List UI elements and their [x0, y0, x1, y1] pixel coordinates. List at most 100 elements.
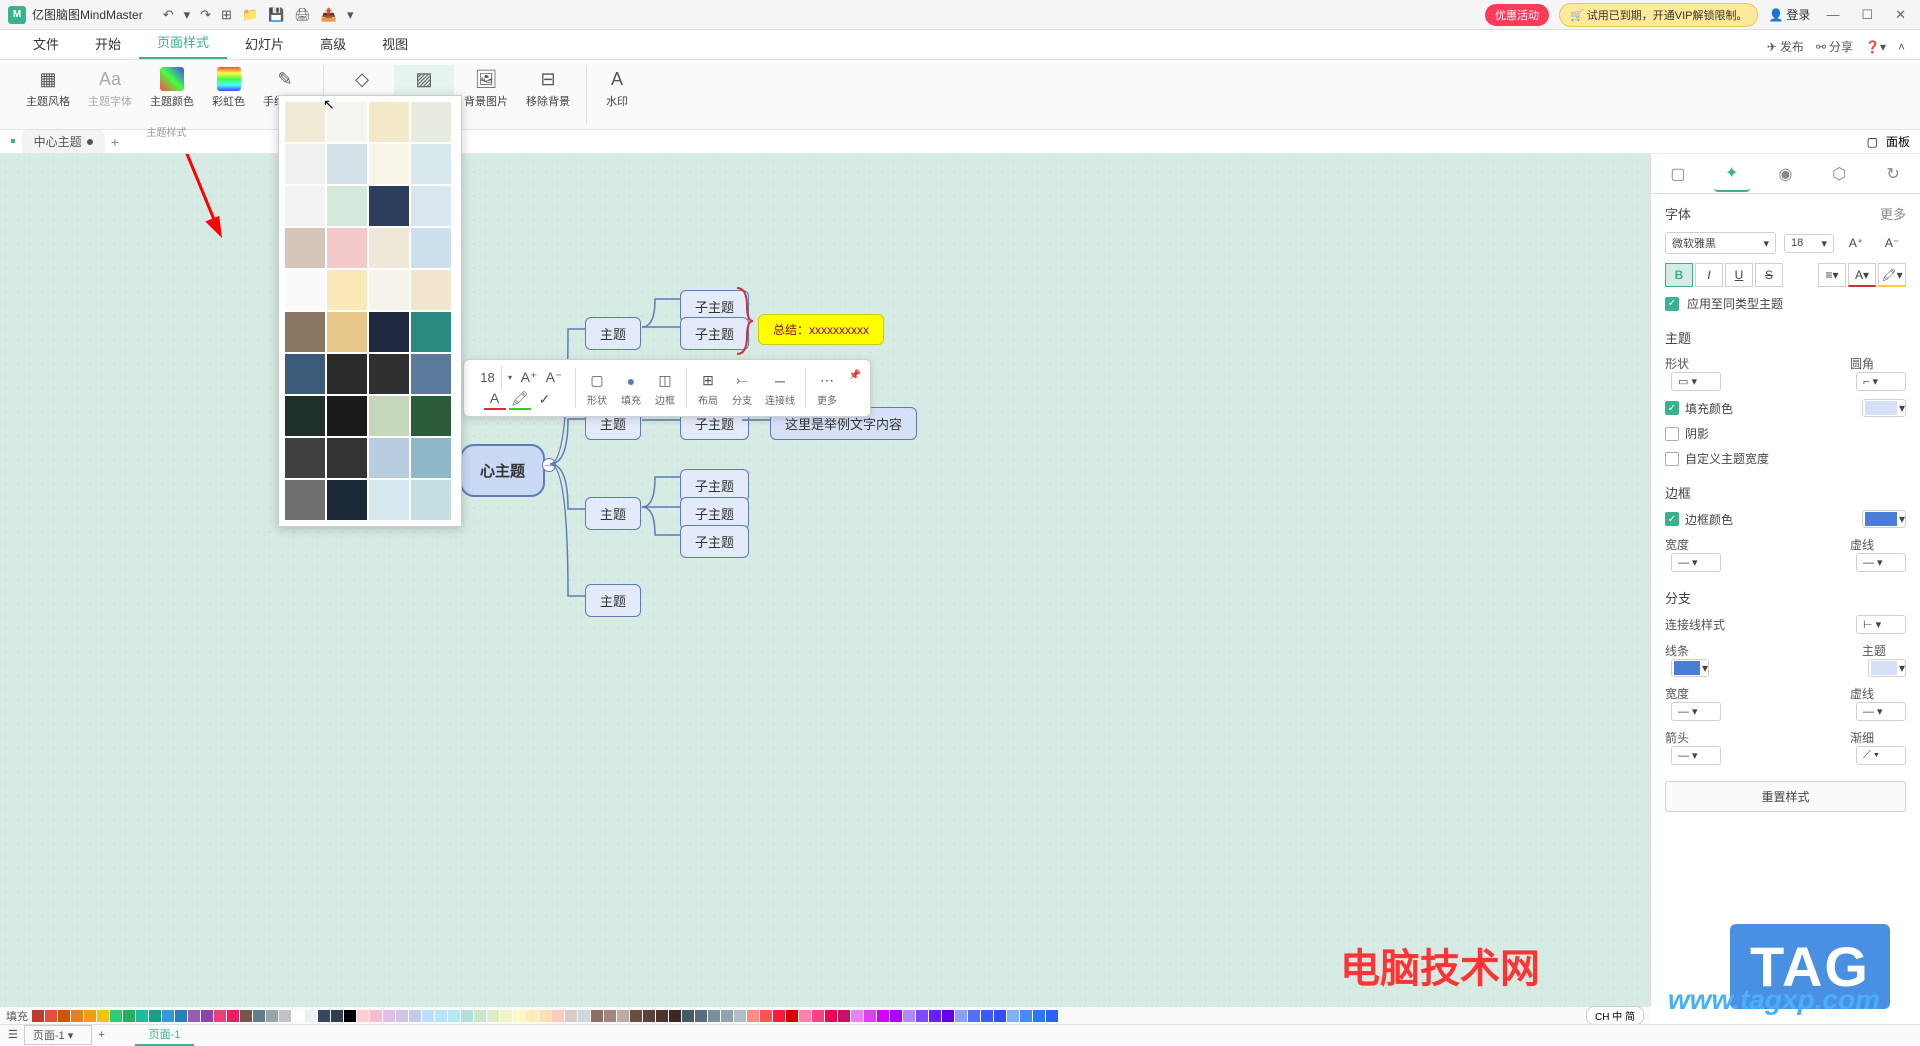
color-cell[interactable] — [201, 1010, 213, 1022]
color-cell[interactable] — [214, 1010, 226, 1022]
texture-swatch[interactable] — [369, 312, 409, 352]
color-cell[interactable] — [812, 1010, 824, 1022]
color-cell[interactable] — [500, 1010, 512, 1022]
underline-button[interactable]: U — [1725, 263, 1753, 287]
check-icon[interactable]: ✓ — [534, 388, 556, 410]
color-cell[interactable] — [721, 1010, 733, 1022]
texture-swatch[interactable] — [327, 396, 367, 436]
color-cell[interactable] — [110, 1010, 122, 1022]
texture-swatch[interactable] — [411, 396, 451, 436]
color-cell[interactable] — [565, 1010, 577, 1022]
texture-swatch[interactable] — [411, 480, 451, 520]
page-selector[interactable]: 页面-1 ▾ — [24, 1025, 92, 1045]
color-cell[interactable] — [760, 1010, 772, 1022]
undo-dropdown-icon[interactable]: ▾ — [184, 7, 191, 23]
texture-swatch[interactable] — [369, 144, 409, 184]
font-decrease-button[interactable]: A⁻ — [1878, 231, 1906, 255]
texture-swatch[interactable] — [285, 396, 325, 436]
help-button[interactable]: ❓▾ — [1865, 40, 1886, 54]
texture-swatch[interactable] — [285, 228, 325, 268]
color-cell[interactable] — [123, 1010, 135, 1022]
texture-swatch[interactable] — [327, 186, 367, 226]
add-tab-button[interactable]: + — [111, 134, 119, 150]
color-cell[interactable] — [32, 1010, 44, 1022]
border-color-checkbox[interactable]: ✓ — [1665, 512, 1679, 526]
undo-icon[interactable]: ↶ — [163, 7, 174, 23]
color-cell[interactable] — [552, 1010, 564, 1022]
font-more-link[interactable]: 更多 — [1880, 204, 1906, 223]
arrow-select[interactable]: — ▾ — [1671, 746, 1721, 765]
bold-button[interactable]: B — [1665, 263, 1693, 287]
panel-label[interactable]: 面板 — [1886, 133, 1910, 150]
texture-swatch[interactable] — [411, 102, 451, 142]
texture-swatch[interactable] — [285, 480, 325, 520]
main-topic-node[interactable]: 主题 — [585, 497, 641, 530]
color-cell[interactable] — [175, 1010, 187, 1022]
ribbon-rainbow[interactable]: 彩虹色 — [204, 65, 253, 125]
color-cell[interactable] — [240, 1010, 252, 1022]
color-cell[interactable] — [786, 1010, 798, 1022]
color-cell[interactable] — [227, 1010, 239, 1022]
color-cell[interactable] — [604, 1010, 616, 1022]
color-cell[interactable] — [292, 1010, 304, 1022]
font-color-icon[interactable]: A — [484, 388, 506, 410]
maximize-icon[interactable]: ☐ — [1855, 3, 1879, 27]
reset-style-button[interactable]: 重置样式 — [1665, 781, 1906, 812]
panel-toggle-icon[interactable]: ▢ — [1867, 135, 1878, 149]
ribbon-watermark[interactable]: A水印 — [595, 65, 639, 125]
color-cell[interactable] — [903, 1010, 915, 1022]
shape-select[interactable]: ▭ ▾ — [1671, 372, 1721, 391]
menu-slide[interactable]: 幻灯片 — [227, 28, 302, 59]
color-cell[interactable] — [539, 1010, 551, 1022]
color-cell[interactable] — [58, 1010, 70, 1022]
branch-theme-chip[interactable]: ▾ — [1868, 659, 1906, 677]
custom-width-checkbox[interactable] — [1665, 452, 1679, 466]
color-cell[interactable] — [344, 1010, 356, 1022]
ribbon-bg-image[interactable]: 🖼背景图片 — [456, 65, 516, 125]
highlight-icon[interactable]: 🖍 — [509, 388, 531, 410]
color-cell[interactable] — [266, 1010, 278, 1022]
color-cell[interactable] — [669, 1010, 681, 1022]
color-cell[interactable] — [994, 1010, 1006, 1022]
color-cell[interactable] — [578, 1010, 590, 1022]
line-color-chip[interactable]: ▾ — [1671, 659, 1709, 677]
texture-swatch[interactable] — [411, 186, 451, 226]
float-border[interactable]: ◫边框 — [648, 368, 682, 409]
color-cell[interactable] — [955, 1010, 967, 1022]
menu-start[interactable]: 开始 — [77, 28, 139, 59]
sub-topic-node[interactable]: 子主题 — [680, 525, 749, 558]
color-cell[interactable] — [825, 1010, 837, 1022]
color-cell[interactable] — [773, 1010, 785, 1022]
menu-file[interactable]: 文件 — [15, 28, 77, 59]
color-cell[interactable] — [422, 1010, 434, 1022]
pin-icon[interactable]: 📌 — [844, 364, 866, 386]
texture-swatch[interactable] — [285, 270, 325, 310]
ribbon-theme-color[interactable]: 主题颜色 — [142, 65, 202, 125]
menu-advanced[interactable]: 高级 — [302, 28, 364, 59]
texture-swatch[interactable] — [327, 144, 367, 184]
color-cell[interactable] — [799, 1010, 811, 1022]
new-icon[interactable]: ⊞ — [221, 7, 232, 23]
color-cell[interactable] — [838, 1010, 850, 1022]
texture-swatch[interactable] — [411, 312, 451, 352]
share-button[interactable]: ⚯ 分享 — [1816, 38, 1853, 55]
color-cell[interactable] — [396, 1010, 408, 1022]
panel-tab-history[interactable]: ↻ — [1875, 156, 1911, 192]
login-button[interactable]: 👤 登录 — [1768, 6, 1810, 23]
center-node[interactable]: 心主题 — [460, 444, 545, 497]
font-size-value[interactable]: 18 — [474, 366, 502, 388]
float-shape[interactable]: ▢形状 — [580, 368, 614, 409]
ribbon-remove-bg[interactable]: ⊟移除背景 — [518, 65, 578, 125]
color-cell[interactable] — [877, 1010, 889, 1022]
color-cell[interactable] — [890, 1010, 902, 1022]
font-increase-icon[interactable]: A⁺ — [518, 366, 540, 388]
panel-tab-tag[interactable]: ◉ — [1767, 156, 1803, 192]
document-tab[interactable]: 中心主题 — [22, 130, 105, 153]
font-size-select[interactable]: 18▾ — [1784, 234, 1834, 253]
highlight-button[interactable]: 🖍▾ — [1878, 263, 1906, 287]
texture-swatch[interactable] — [285, 354, 325, 394]
color-cell[interactable] — [487, 1010, 499, 1022]
strike-button[interactable]: S — [1755, 263, 1783, 287]
texture-swatch[interactable] — [411, 438, 451, 478]
ribbon-theme-style[interactable]: ▦主题风格 — [18, 65, 78, 125]
